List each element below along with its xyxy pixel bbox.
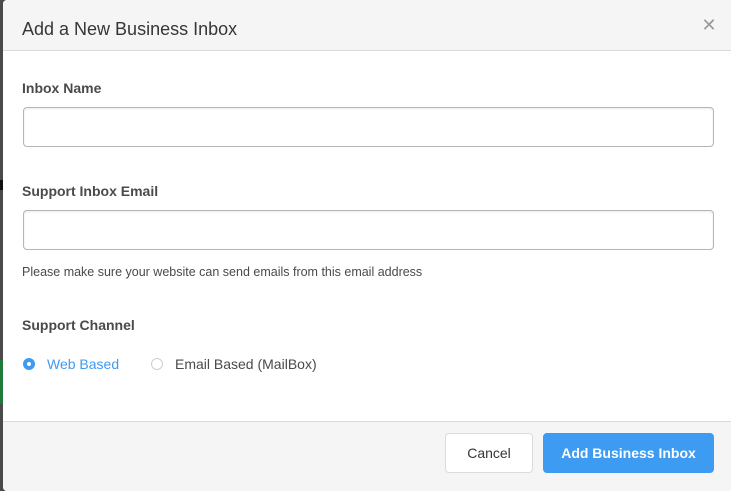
support-email-label: Support Inbox Email — [22, 183, 159, 199]
modal-footer: Cancel Add Business Inbox — [3, 421, 731, 491]
inbox-name-input[interactable] — [23, 107, 714, 147]
radio-email-based-label[interactable]: Email Based (MailBox) — [175, 356, 317, 372]
radio-web-based[interactable]: Web Based — [23, 356, 119, 372]
support-channel-label: Support Channel — [22, 317, 135, 333]
modal-header: Add a New Business Inbox ✕ — [3, 0, 731, 51]
add-inbox-modal: Add a New Business Inbox ✕ Inbox Name Su… — [3, 0, 731, 491]
support-email-help: Please make sure your website can send e… — [22, 265, 423, 279]
close-icon[interactable]: ✕ — [701, 16, 717, 34]
modal-title: Add a New Business Inbox — [22, 19, 238, 39]
radio-web-based-label[interactable]: Web Based — [47, 356, 119, 372]
cancel-button[interactable]: Cancel — [445, 433, 533, 473]
radio-checked-icon[interactable] — [23, 358, 35, 370]
support-email-input[interactable] — [23, 210, 714, 250]
radio-email-based[interactable]: Email Based (MailBox) — [151, 356, 317, 372]
radio-unchecked-icon[interactable] — [151, 358, 163, 370]
inbox-name-label: Inbox Name — [22, 80, 102, 96]
add-business-inbox-button[interactable]: Add Business Inbox — [543, 433, 714, 473]
